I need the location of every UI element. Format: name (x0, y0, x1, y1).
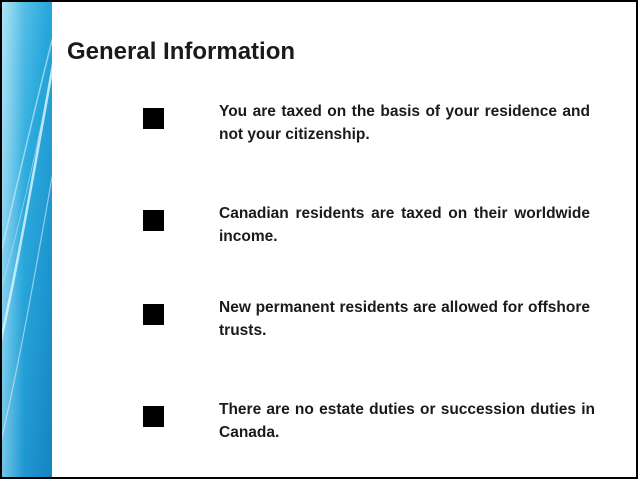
bullet-text: Canadian residents are taxed on their wo… (219, 205, 590, 245)
square-bullet-icon (143, 304, 164, 325)
square-bullet-icon (143, 406, 164, 427)
bullet-list: You are taxed on the basis of your resid… (2, 2, 636, 477)
square-bullet-icon (143, 210, 164, 231)
bullet-text: New permanent residents are allowed for … (219, 299, 590, 339)
slide: General Information You are taxed on the… (2, 2, 636, 477)
bullet-text: There are no estate duties or succession… (219, 401, 595, 441)
bullet-text: You are taxed on the basis of your resid… (219, 103, 590, 143)
square-bullet-icon (143, 108, 164, 129)
